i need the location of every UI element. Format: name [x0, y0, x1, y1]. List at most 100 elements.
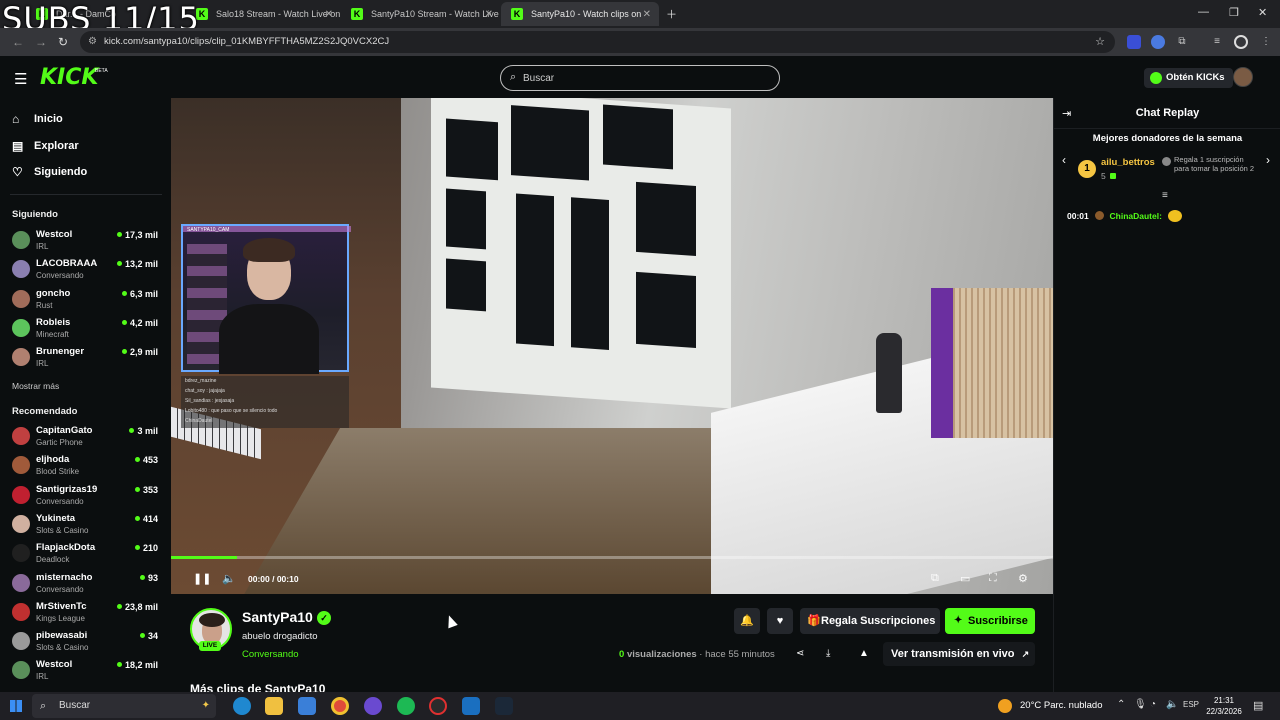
sidebar-item-siguiendo[interactable]: ♡ Siguiendo: [12, 162, 87, 182]
store-icon[interactable]: [298, 697, 316, 715]
restore-icon[interactable]: ❐: [1229, 6, 1239, 19]
channel-avatar: [12, 544, 30, 563]
profile-icon[interactable]: [1234, 35, 1248, 49]
notifications-button[interactable]: 🔔: [734, 608, 760, 634]
channel-row[interactable]: LACOBRAAA Conversando 13,2 mil: [12, 257, 162, 285]
avatar-hair: [199, 613, 225, 627]
steam-icon[interactable]: [495, 697, 513, 715]
channel-row[interactable]: FlapjackDota Deadlock 210: [12, 541, 162, 569]
channel-row[interactable]: pibewasabi Slots & Casino 34: [12, 629, 162, 657]
wifi-icon[interactable]: ◔: [1150, 699, 1156, 710]
chevron-right-icon[interactable]: ›: [1266, 153, 1270, 167]
live-dot-icon: [116, 232, 122, 237]
picture-in-picture-icon[interactable]: ⧉: [931, 572, 939, 585]
follow-button[interactable]: ♥: [767, 608, 793, 634]
gift-subs-button[interactable]: 🎁 Regala Suscripciones: [800, 608, 940, 634]
report-icon[interactable]: ▲: [859, 648, 869, 659]
address-bar[interactable]: ⚙ kick.com/santypa10/clips/clip_01KMBYFF…: [80, 31, 1115, 53]
viewer-count-value: 4,2 mil: [129, 317, 158, 328]
search-box[interactable]: ⌕: [500, 65, 780, 91]
minimize-icon[interactable]: —: [1198, 6, 1209, 18]
close-tab-icon[interactable]: ✕: [325, 9, 333, 20]
extension-icon[interactable]: [1127, 35, 1141, 49]
video-progress-bar[interactable]: [171, 556, 1053, 559]
extension-icon[interactable]: [1151, 35, 1165, 49]
browser-tab-active[interactable]: K SantyPa10 - Watch clips on ✕: [501, 2, 659, 26]
weather-icon: [998, 699, 1012, 713]
chat-username[interactable]: ChinaDautel:: [1110, 211, 1162, 221]
browser-tab[interactable]: K SantyPa10 Stream - Watch Live ✕: [341, 2, 501, 26]
outlook-icon[interactable]: [462, 697, 480, 715]
donor-prompt[interactable]: Regala 1 suscripción para tomar la posic…: [1162, 155, 1260, 173]
kick-logo[interactable]: KICK: [40, 65, 98, 90]
share-icon[interactable]: ⋖: [796, 648, 804, 659]
back-icon[interactable]: ←: [12, 35, 24, 49]
channel-row[interactable]: eljhoda Blood Strike 453: [12, 453, 162, 481]
channel-row[interactable]: Westcol IRL 18,2 mil: [12, 658, 162, 686]
app-icon[interactable]: [364, 697, 382, 715]
reload-icon[interactable]: ↻: [58, 35, 68, 49]
channel-row[interactable]: Santigrizas19 Conversando 353: [12, 483, 162, 511]
forward-icon[interactable]: →: [35, 35, 47, 49]
get-kicks-button[interactable]: Obtén KICKs: [1144, 68, 1233, 88]
sidebar: ⌂ Inicio ▤ Explorar ♡ Siguiendo Siguiend…: [0, 98, 170, 692]
site-info-icon[interactable]: ⚙: [88, 31, 97, 53]
show-more-link[interactable]: Mostrar más: [12, 381, 59, 391]
media-control-icon[interactable]: ≡: [1210, 35, 1224, 49]
spotify-icon[interactable]: [397, 697, 415, 715]
weather-widget[interactable]: 20°C Parc. nublado: [998, 694, 1108, 718]
new-tab-icon[interactable]: ＋: [666, 6, 677, 22]
windows-start-icon[interactable]: [10, 700, 22, 712]
taskbar-search[interactable]: ⌕ Buscar ✦: [32, 694, 216, 718]
channel-name: Yukineta: [36, 512, 76, 524]
channel-row[interactable]: Yukineta Slots & Casino 414: [12, 512, 162, 540]
browser-tab[interactable]: K Salo18 Stream - Watch Live on ✕: [186, 2, 341, 26]
chrome-icon[interactable]: [331, 697, 349, 715]
channel-row[interactable]: Westcol IRL 17,3 mil: [12, 228, 162, 256]
video-player[interactable]: SANTYPA10_CAM bdrez_mazine chat_soy : ja…: [171, 98, 1053, 594]
clip-category[interactable]: Conversando: [242, 649, 299, 660]
close-tab-icon[interactable]: ✕: [485, 9, 493, 20]
edge-icon[interactable]: [233, 697, 251, 715]
search-input[interactable]: [523, 69, 763, 87]
file-explorer-icon[interactable]: [265, 697, 283, 715]
channel-row[interactable]: CapitanGato Gartic Phone 3 mil: [12, 424, 162, 452]
browser-menu-icon[interactable]: ⋮: [1259, 35, 1273, 49]
window-close-icon[interactable]: ✕: [1258, 6, 1267, 19]
subscribe-button[interactable]: ✦ Suscribirse: [945, 608, 1035, 634]
volume-icon[interactable]: 🔈: [222, 572, 236, 585]
microphone-icon[interactable]: 🎙: [1134, 699, 1147, 710]
pause-icon[interactable]: ❚❚: [193, 572, 211, 585]
watch-live-button[interactable]: Ver transmisión en vivo ↗: [883, 642, 1035, 666]
sidebar-item-inicio[interactable]: ⌂ Inicio: [12, 109, 63, 129]
channel-row[interactable]: goncho Rust 6,3 mil: [12, 287, 162, 315]
subscribe-label: Suscribirse: [968, 615, 1028, 627]
extensions-puzzle-icon[interactable]: ⧉: [1175, 35, 1189, 49]
language-indicator[interactable]: ESP: [1183, 700, 1199, 709]
expand-donors-icon[interactable]: ≡: [1162, 190, 1168, 201]
fullscreen-icon[interactable]: ⛶: [989, 572, 997, 585]
tab-label: SantyPa10 Stream - Watch Live: [371, 9, 499, 19]
volume-icon[interactable]: 🔈: [1166, 699, 1178, 710]
sidebar-item-explorar[interactable]: ▤ Explorar: [12, 136, 79, 156]
user-avatar[interactable]: [1233, 67, 1253, 87]
channel-row[interactable]: MrStivenTc Kings League 23,8 mil: [12, 600, 162, 628]
download-icon[interactable]: ⤓: [826, 648, 830, 659]
chevron-up-icon[interactable]: ⌃: [1117, 699, 1125, 710]
channel-row[interactable]: Robleis Minecraft 4,2 mil: [12, 316, 162, 344]
app-icon[interactable]: [429, 697, 447, 715]
donor-name[interactable]: ailu_bettros: [1101, 157, 1155, 168]
settings-icon[interactable]: ⚙: [1018, 572, 1028, 585]
notifications-icon[interactable]: ▤: [1253, 699, 1263, 712]
search-icon: ⌕: [510, 71, 517, 83]
theater-mode-icon[interactable]: ▭: [960, 572, 970, 585]
channel-row[interactable]: Brunenger IRL 2,9 mil: [12, 345, 162, 373]
chevron-left-icon[interactable]: ‹: [1062, 153, 1066, 167]
close-tab-icon[interactable]: ✕: [643, 9, 651, 20]
channel-name[interactable]: SantyPa10: [242, 609, 313, 625]
clock[interactable]: 21:31 22/3/2026: [1202, 695, 1246, 717]
viewer-count: 17,3 mil: [116, 230, 158, 240]
bookmark-star-icon[interactable]: ☆: [1095, 31, 1105, 53]
hamburger-menu-icon[interactable]: ☰: [14, 70, 27, 88]
channel-row[interactable]: misternacho Conversando 93: [12, 571, 162, 599]
